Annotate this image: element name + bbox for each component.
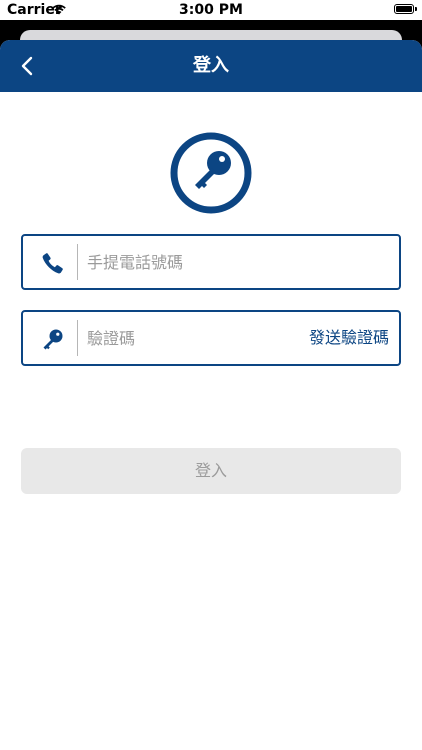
login-sheet: 登入 發送驗證碼 登入 — [0, 40, 422, 750]
login-button[interactable]: 登入 — [21, 448, 401, 494]
phone-icon — [42, 253, 63, 274]
status-bar: Carrier 3:00 PM — [0, 0, 422, 20]
page-title: 登入 — [193, 55, 229, 76]
phone-field — [21, 234, 401, 290]
status-time: 3:00 PM — [179, 2, 243, 18]
key-icon — [43, 329, 63, 350]
battery-icon — [394, 4, 417, 14]
code-field: 發送驗證碼 — [21, 310, 401, 366]
field-divider — [77, 244, 78, 280]
key-badge-icon — [170, 132, 252, 214]
verification-code-input[interactable] — [87, 320, 297, 356]
phone-input[interactable] — [87, 244, 297, 280]
navigation-bar: 登入 — [0, 40, 422, 92]
send-code-button[interactable]: 發送驗證碼 — [309, 312, 389, 364]
field-divider — [77, 320, 78, 356]
